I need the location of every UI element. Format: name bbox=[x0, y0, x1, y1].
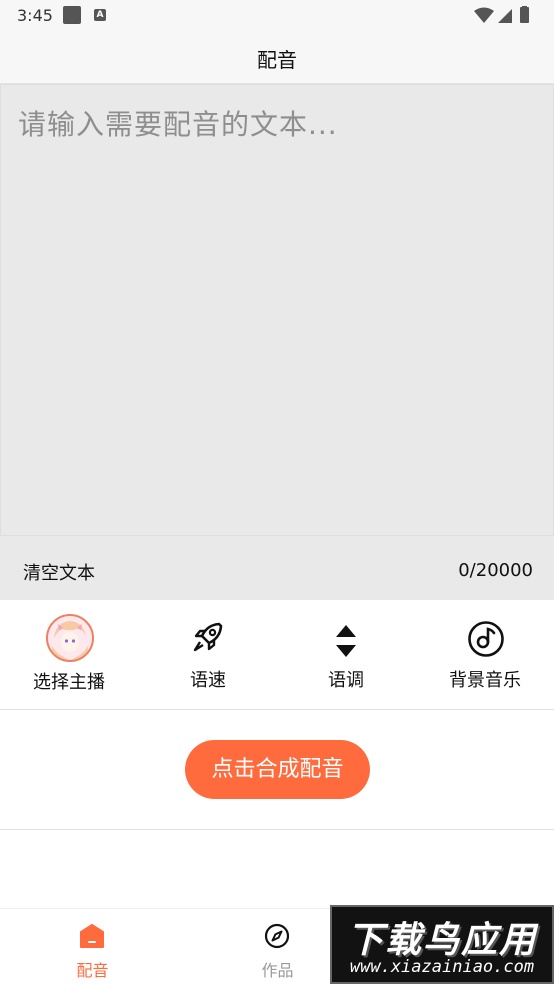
synthesize-button[interactable]: 点击合成配音 bbox=[185, 740, 370, 799]
up-down-arrows-icon bbox=[336, 625, 356, 657]
status-icons bbox=[474, 6, 529, 23]
compass-icon bbox=[264, 923, 290, 949]
background-music-label: 背景音乐 bbox=[449, 670, 521, 691]
nav-item-dubbing[interactable]: 配音 bbox=[0, 909, 185, 985]
speed-label: 语速 bbox=[190, 670, 226, 691]
page-title: 配音 bbox=[257, 48, 297, 72]
wifi-icon bbox=[474, 7, 494, 23]
watermark-title: 下载鸟应用 bbox=[346, 920, 537, 961]
notification-a-icon: A bbox=[94, 9, 106, 21]
status-bar: 3:45 A bbox=[0, 0, 554, 32]
music-disc-icon bbox=[468, 621, 504, 657]
clear-text-button[interactable]: 清空文本 bbox=[23, 559, 95, 585]
nav-label-dubbing: 配音 bbox=[76, 961, 109, 980]
voice-options-toolbar: 选择主播 语速 语调 背景音乐 bbox=[0, 600, 554, 710]
pitch-label: 语调 bbox=[328, 670, 364, 691]
watermark-url: www.xiazainiao.com bbox=[349, 957, 535, 977]
signal-icon bbox=[498, 9, 512, 23]
speed-button[interactable]: 语速 bbox=[139, 600, 277, 710]
title-bar: 配音 bbox=[0, 32, 554, 84]
text-input-area[interactable]: 请输入需要配音的文本... bbox=[0, 84, 554, 536]
editor-footer: 清空文本 0/20000 bbox=[0, 536, 554, 600]
status-time: 3:45 bbox=[17, 6, 53, 25]
char-counter: 0/20000 bbox=[458, 560, 533, 581]
select-anchor-button[interactable]: 选择主播 bbox=[0, 600, 138, 710]
background-music-button[interactable]: 背景音乐 bbox=[416, 600, 554, 710]
select-anchor-label: 选择主播 bbox=[33, 672, 105, 693]
anchor-avatar bbox=[46, 614, 94, 662]
pitch-button[interactable]: 语调 bbox=[277, 600, 415, 710]
notification-square-icon bbox=[63, 6, 81, 24]
home-icon bbox=[80, 924, 104, 948]
watermark-logo: 下载鸟应用 www.xiazainiao.com bbox=[330, 905, 554, 984]
text-input-placeholder: 请输入需要配音的文本... bbox=[18, 108, 338, 141]
battery-icon bbox=[520, 6, 529, 23]
rocket-icon bbox=[193, 622, 223, 652]
synthesize-area: 点击合成配音 bbox=[0, 710, 554, 830]
